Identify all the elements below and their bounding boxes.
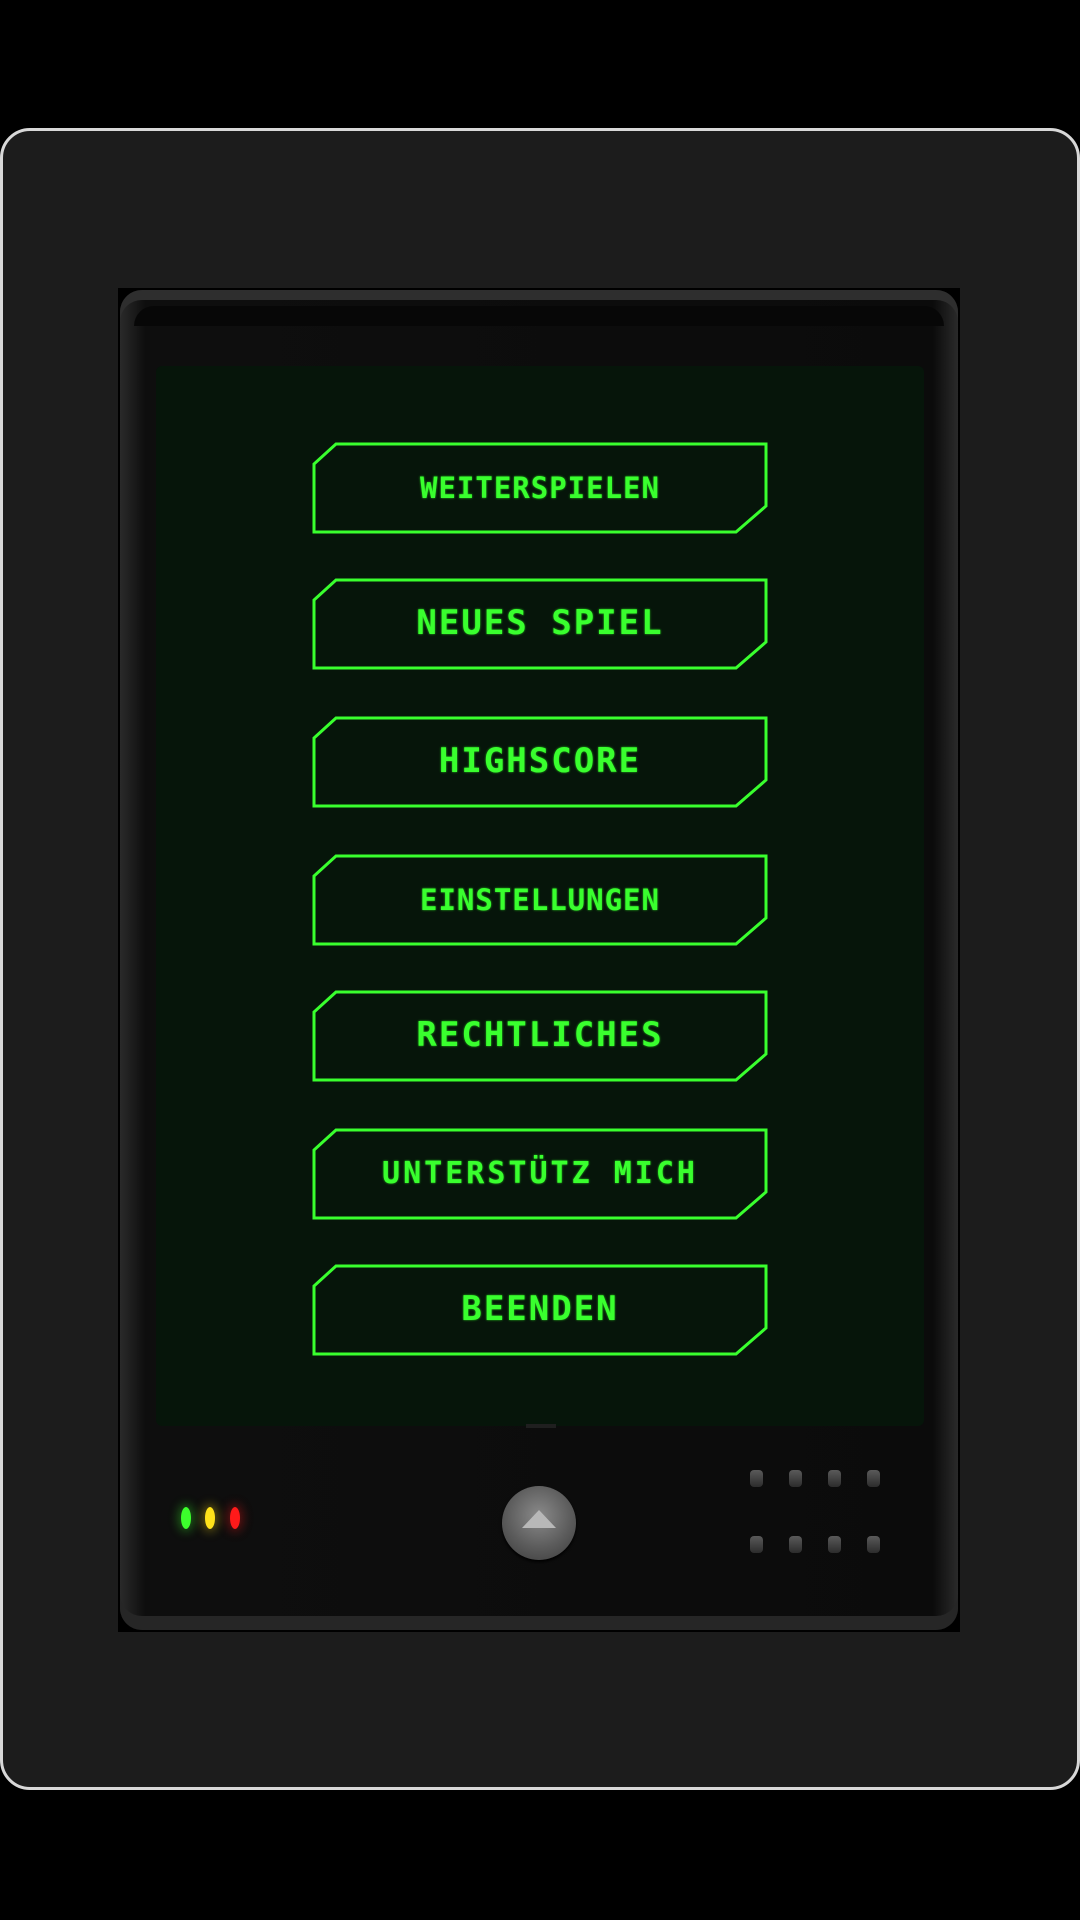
speaker-hole bbox=[867, 1536, 880, 1553]
settings-button[interactable]: Einstellungen bbox=[312, 854, 768, 946]
settings-label: Einstellungen bbox=[420, 882, 660, 917]
speaker-hole bbox=[750, 1470, 763, 1487]
support-me-label: Unterstütz mich bbox=[382, 1156, 698, 1192]
quit-button[interactable]: Beenden bbox=[312, 1264, 768, 1356]
legal-label: Rechtliches bbox=[416, 1015, 664, 1056]
support-me-button[interactable]: Unterstütz mich bbox=[312, 1128, 768, 1220]
speaker-hole bbox=[789, 1536, 802, 1553]
speaker-hole bbox=[867, 1470, 880, 1487]
highscore-button[interactable]: Highscore bbox=[312, 716, 768, 808]
green-led-icon bbox=[181, 1507, 191, 1529]
highscore-label: Highscore bbox=[438, 741, 642, 782]
screen-notch bbox=[526, 1424, 556, 1428]
speaker-hole bbox=[750, 1536, 763, 1553]
speaker-grille bbox=[750, 1470, 900, 1570]
device-controls bbox=[120, 1440, 960, 1610]
device-top-lip bbox=[134, 306, 944, 326]
continue-button[interactable]: Weiterspielen bbox=[312, 442, 768, 534]
continue-label: Weiterspielen bbox=[420, 470, 660, 505]
yellow-led-icon bbox=[205, 1507, 215, 1529]
home-button[interactable] bbox=[502, 1486, 576, 1560]
chevron-up-icon bbox=[522, 1510, 556, 1528]
new-game-button[interactable]: Neues Spiel bbox=[312, 578, 768, 670]
new-game-label: Neues Spiel bbox=[416, 603, 664, 644]
speaker-hole bbox=[828, 1536, 841, 1553]
quit-label: Beenden bbox=[461, 1289, 619, 1330]
speaker-hole bbox=[828, 1470, 841, 1487]
speaker-hole bbox=[789, 1470, 802, 1487]
legal-button[interactable]: Rechtliches bbox=[312, 990, 768, 1082]
red-led-icon bbox=[230, 1507, 240, 1529]
